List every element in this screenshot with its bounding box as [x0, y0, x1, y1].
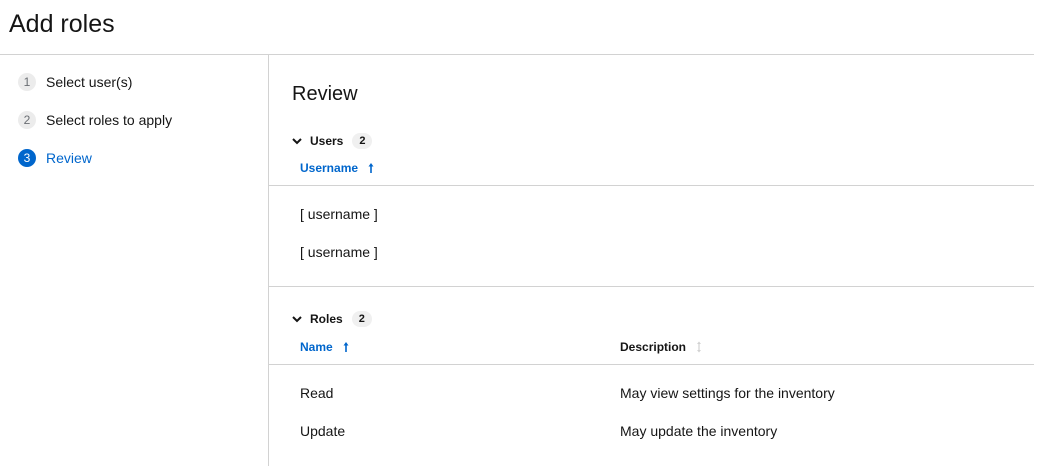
role-description-cell: May update the inventory	[620, 423, 778, 439]
users-count-badge: 2	[352, 133, 373, 149]
username-cell: [ username ]	[300, 206, 378, 222]
username-column-header[interactable]: Username	[300, 159, 375, 177]
roles-count-badge: 2	[351, 311, 372, 327]
column-label: Name	[300, 340, 333, 354]
chevron-down-icon	[292, 138, 302, 145]
username-cell: [ username ]	[300, 244, 378, 260]
step-label: Select roles to apply	[46, 112, 173, 128]
step-label: Select user(s)	[46, 74, 133, 90]
role-description-cell: May view settings for the inventory	[620, 385, 835, 401]
roles-header-divider	[269, 364, 1034, 365]
column-label: Description	[620, 340, 687, 354]
sort-ascending-icon	[368, 163, 374, 173]
wizard-step-review[interactable]: 3 Review	[18, 148, 92, 168]
page-title: Add roles	[9, 10, 115, 38]
name-column-header[interactable]: Name	[300, 338, 350, 356]
sort-unsorted-icon	[697, 341, 702, 353]
review-title: Review	[292, 83, 358, 105]
users-section-toggle[interactable]: Users 2	[292, 132, 373, 150]
users-section-label: Users	[310, 134, 344, 148]
roles-section-toggle[interactable]: Roles 2	[292, 310, 372, 328]
step-label: Review	[46, 150, 92, 166]
roles-section-label: Roles	[310, 312, 343, 326]
description-column-header[interactable]: Description	[620, 338, 703, 356]
section-divider	[269, 286, 1034, 287]
review-panel: Review Users 2 Username [ username ] [ u…	[269, 55, 1034, 466]
role-name-cell: Update	[300, 423, 346, 439]
wizard-step-select-users[interactable]: 1 Select user(s)	[18, 72, 132, 92]
chevron-down-icon	[292, 316, 302, 323]
add-roles-wizard: Add roles 1 Select user(s) 2 Select role…	[0, 0, 1046, 466]
step-number: 3	[18, 149, 36, 167]
column-label: Username	[300, 161, 359, 175]
step-number: 1	[18, 73, 36, 91]
wizard-nav: 1 Select user(s) 2 Select roles to apply…	[0, 55, 269, 466]
wizard-step-select-roles[interactable]: 2 Select roles to apply	[18, 110, 172, 130]
sort-ascending-icon	[343, 342, 349, 352]
step-number: 2	[18, 111, 36, 129]
role-name-cell: Read	[300, 385, 334, 401]
users-header-divider	[269, 185, 1034, 186]
